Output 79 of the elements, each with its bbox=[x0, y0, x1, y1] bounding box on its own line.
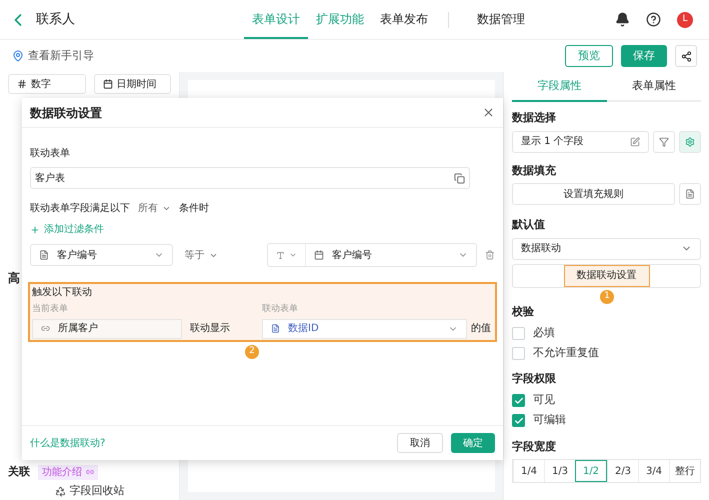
pin-icon bbox=[12, 50, 24, 62]
bell-icon[interactable] bbox=[615, 12, 630, 27]
checkbox[interactable] bbox=[512, 326, 525, 340]
step-badge: 1 bbox=[600, 290, 614, 304]
field-type-button[interactable]: 数字 bbox=[8, 74, 86, 94]
settings-icon bbox=[685, 136, 695, 146]
section-title: 默认值 bbox=[512, 217, 546, 233]
form-field[interactable]: 客户表 bbox=[30, 167, 470, 189]
section-title: 数据填充 bbox=[512, 162, 557, 178]
field-label: 联动表单 bbox=[30, 146, 71, 161]
document-icon bbox=[271, 324, 280, 333]
select-field[interactable]: 显示 1 个字段 bbox=[512, 130, 649, 152]
calendar-icon bbox=[102, 79, 112, 89]
document-icon bbox=[685, 189, 695, 199]
width-option[interactable]: 1/4 bbox=[513, 460, 544, 482]
guide-link[interactable]: 查看新手引导 bbox=[28, 48, 94, 64]
fill-rule-button[interactable]: 设置填充规则 bbox=[512, 183, 675, 205]
hash-icon bbox=[17, 79, 27, 89]
share-icon bbox=[680, 50, 692, 62]
link-icon bbox=[41, 324, 50, 333]
section-title: 字段权限 bbox=[512, 371, 557, 387]
edit-icon[interactable] bbox=[630, 136, 640, 146]
cancel-button[interactable]: 取消 bbox=[397, 433, 443, 453]
filter-button[interactable] bbox=[653, 130, 675, 152]
current-field: 所属客户 bbox=[32, 318, 182, 338]
form-title: 联系人 bbox=[36, 10, 76, 29]
checkbox-label: 必填 bbox=[533, 324, 555, 341]
linked-field-select[interactable]: 数据ID bbox=[262, 318, 467, 338]
checkbox-label: 不允许重复值 bbox=[533, 344, 599, 361]
chevron-down-icon bbox=[288, 251, 297, 259]
width-option[interactable]: 整行 bbox=[669, 460, 700, 482]
field-select[interactable]: 客户编号 bbox=[30, 244, 173, 266]
checkbox[interactable] bbox=[512, 346, 525, 360]
nav-tab[interactable]: 数据管理 bbox=[469, 0, 533, 39]
condition-text: 联动表单字段满足以下 bbox=[30, 202, 130, 216]
section-title: 字段宽度 bbox=[512, 438, 557, 454]
linkage-settings-button[interactable]: 数据联动设置 bbox=[564, 264, 650, 286]
operator-dropdown[interactable]: 等于 bbox=[180, 248, 259, 262]
form-button[interactable] bbox=[679, 183, 701, 205]
panel-tab[interactable]: 表单属性 bbox=[606, 72, 701, 102]
condition-text: 条件时 bbox=[179, 202, 209, 216]
condition-mode-dropdown[interactable]: 所有 bbox=[138, 201, 171, 216]
chevron-down-icon bbox=[162, 204, 171, 213]
text-type-icon bbox=[276, 250, 285, 260]
settings-button[interactable] bbox=[679, 130, 701, 152]
recycle-icon bbox=[54, 486, 66, 496]
section-title: 数据选择 bbox=[512, 110, 557, 126]
section-title: 关联 bbox=[8, 464, 30, 480]
user-avatar[interactable]: L bbox=[677, 12, 693, 28]
checkbox[interactable] bbox=[512, 414, 525, 427]
recycle-bin-link[interactable]: 字段回收站 bbox=[70, 482, 124, 500]
width-option[interactable]: 1/3 bbox=[544, 460, 575, 482]
close-icon[interactable] bbox=[482, 106, 495, 119]
section-title: 校验 bbox=[512, 304, 535, 320]
checkbox[interactable] bbox=[512, 394, 525, 407]
checkbox-label: 可见 bbox=[533, 392, 555, 408]
column-label: 联动表单 bbox=[262, 303, 298, 316]
width-option[interactable]: 3/4 bbox=[638, 460, 669, 482]
plus-icon bbox=[30, 224, 40, 234]
share-button[interactable] bbox=[675, 45, 697, 67]
trigger-title: 触发以下联动 bbox=[32, 286, 93, 300]
calendar-icon bbox=[314, 250, 324, 260]
section-title: 高 bbox=[8, 270, 21, 287]
help-icon[interactable] bbox=[646, 12, 661, 27]
column-label: 当前表单 bbox=[32, 303, 69, 316]
nav-tab[interactable]: 表单发布 bbox=[372, 0, 436, 39]
step-badge: 2 bbox=[245, 345, 259, 359]
checkbox-label: 可编辑 bbox=[533, 412, 566, 428]
default-select[interactable]: 数据联动 bbox=[512, 238, 701, 260]
delete-icon[interactable] bbox=[485, 250, 495, 260]
suffix-text: 的值 bbox=[470, 322, 491, 336]
filter-icon bbox=[659, 136, 669, 146]
copy-icon[interactable] bbox=[454, 172, 465, 184]
link-icon bbox=[86, 468, 94, 476]
action-text: 联动显示 bbox=[189, 322, 231, 336]
dialog-title: 数据联动设置 bbox=[30, 104, 103, 122]
width-option[interactable]: 2/3 bbox=[607, 460, 638, 482]
document-icon bbox=[39, 250, 49, 260]
field-type-button[interactable]: 日期时间 bbox=[94, 74, 171, 94]
